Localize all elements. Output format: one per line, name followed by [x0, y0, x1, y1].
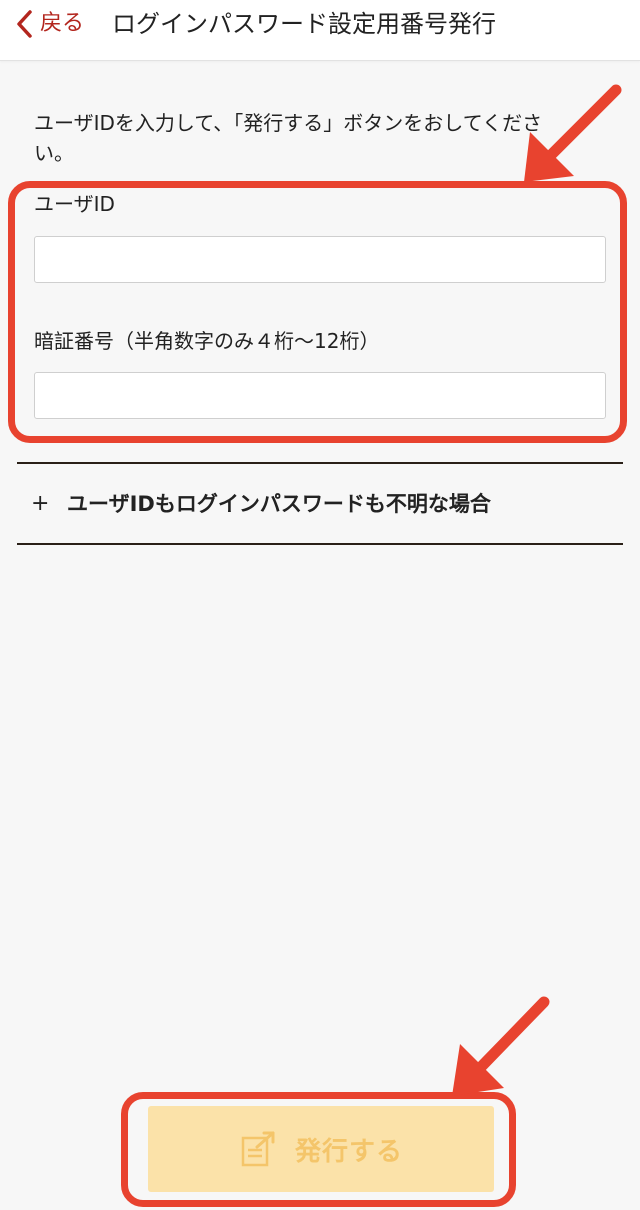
back-button[interactable]: 戻る: [14, 6, 84, 42]
user-id-input[interactable]: [34, 236, 606, 283]
user-id-label: ユーザID: [34, 192, 115, 216]
back-label: 戻る: [40, 11, 85, 36]
document-export-icon: [241, 1131, 275, 1167]
plus-icon: +: [31, 490, 50, 516]
pin-input[interactable]: [34, 372, 606, 419]
app-header: 戻る ログインパスワード設定用番号発行: [0, 0, 640, 61]
page-title: ログインパスワード設定用番号発行: [112, 10, 496, 38]
chevron-left-icon: [17, 10, 32, 38]
instructions-text: ユーザIDを入力して、「発行する」ボタンをおしてください。: [34, 111, 543, 165]
divider-bottom: [17, 543, 623, 545]
unknown-credentials-accordion[interactable]: + ユーザIDもログインパスワードも不明な場合: [17, 464, 623, 542]
pin-label: 暗証番号（半角数字のみ４桁～12桁）: [34, 329, 380, 353]
accordion-label: ユーザIDもログインパスワードも不明な場合: [67, 492, 491, 516]
issue-button-label: 発行する: [294, 1136, 403, 1167]
issue-button[interactable]: 発行する: [148, 1106, 494, 1192]
annotation-arrow-bottom: [452, 996, 550, 1096]
